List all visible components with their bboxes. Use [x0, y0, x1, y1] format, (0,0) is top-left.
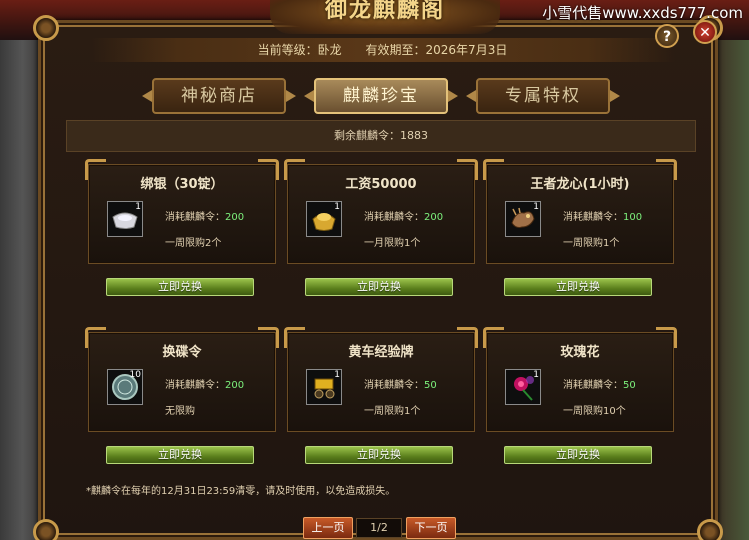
item-card: 工资50000 1 消耗麒麟令：200 一月限购1个 — [284, 159, 475, 264]
item-limit: 一周限购2个 — [165, 238, 222, 249]
redeem-button[interactable]: 立即兑换 — [106, 278, 254, 296]
item-cost: 消耗麒麟令：200 — [165, 380, 245, 391]
remaining-tokens: 剩余麒麟令：1883 — [66, 120, 696, 152]
silver-ingot-icon[interactable]: 1 — [107, 201, 143, 237]
item-limit: 一月限购1个 — [364, 238, 421, 249]
tab-qilin-treasure[interactable]: 麒麟珍宝 — [314, 78, 448, 114]
next-page-button[interactable]: 下一页 — [406, 517, 456, 539]
tab-mystery-shop[interactable]: 神秘商店 — [152, 78, 286, 114]
item-limit: 无限购 — [165, 406, 195, 417]
gold-ingot-icon[interactable]: 1 — [306, 201, 342, 237]
redeem-button[interactable]: 立即兑换 — [305, 278, 453, 296]
item-cost: 消耗麒麟令：200 — [364, 212, 444, 223]
dragon-heart-icon[interactable]: 1 — [505, 201, 541, 237]
item-cost: 消耗麒麟令：200 — [165, 212, 245, 223]
item-card: 玫瑰花 1 消耗麒麟令：50 一周限购10个 — [483, 327, 674, 432]
rose-icon[interactable]: 1 — [505, 369, 541, 405]
redeem-button[interactable]: 立即兑换 — [305, 446, 453, 464]
redeem-button[interactable]: 立即兑换 — [504, 278, 652, 296]
item-title: 绑银（30锭） — [140, 177, 224, 192]
prev-page-button[interactable]: 上一页 — [303, 517, 353, 539]
help-button[interactable]: ? — [655, 24, 679, 48]
item-limit: 一周限购10个 — [563, 406, 626, 417]
item-cost: 消耗麒麟令：50 — [364, 380, 437, 391]
item-title: 玫瑰花 — [560, 345, 600, 360]
token-disc-icon[interactable]: 10 — [107, 369, 143, 405]
item-limit: 一周限购1个 — [364, 406, 421, 417]
corner-ornament — [697, 519, 723, 540]
item-cost: 消耗麒麟令：100 — [563, 212, 643, 223]
corner-ornament — [33, 15, 59, 41]
item-card: 换碟令 10 消耗麒麟令：200 无限购 — [85, 327, 276, 432]
item-card: 王者龙心(1小时) 1 消耗麒麟令：100 一周限购1个 — [483, 159, 674, 264]
redeem-button[interactable]: 立即兑换 — [504, 446, 652, 464]
level-label: 当前等级：卧龙 — [257, 43, 342, 57]
window-title: 御龙麒麟阁 — [270, 0, 500, 34]
item-cost: 消耗麒麟令：50 — [563, 380, 636, 391]
item-card: 绑银（30锭） 1 消耗麒麟令：200 一周限购2个 — [85, 159, 276, 264]
page-indicator: 1/2 — [356, 518, 402, 538]
item-title: 换碟令 — [162, 345, 202, 360]
watermark-text: 小雪代售www.xxds777.com — [542, 4, 743, 22]
info-bar: 当前等级：卧龙 有效期至：2026年7月3日 — [90, 38, 675, 62]
item-title: 工资50000 — [345, 177, 417, 192]
reset-notice: *麒麟令在每年的12月31日23:59清零，请及时使用，以免造成损失。 — [86, 486, 396, 497]
expiry-label: 有效期至：2026年7月3日 — [365, 43, 508, 57]
close-button[interactable]: ✕ — [693, 20, 717, 44]
tab-exclusive-privilege[interactable]: 专属特权 — [476, 78, 610, 114]
yellow-cart-icon[interactable]: 1 — [306, 369, 342, 405]
item-card: 黄车经验牌 1 消耗麒麟令：50 一周限购1个 — [284, 327, 475, 432]
item-limit: 一周限购1个 — [563, 238, 620, 249]
redeem-button[interactable]: 立即兑换 — [106, 446, 254, 464]
item-title: 黄车经验牌 — [348, 345, 414, 360]
corner-ornament — [33, 519, 59, 540]
item-title: 王者龙心(1小时) — [530, 177, 630, 192]
